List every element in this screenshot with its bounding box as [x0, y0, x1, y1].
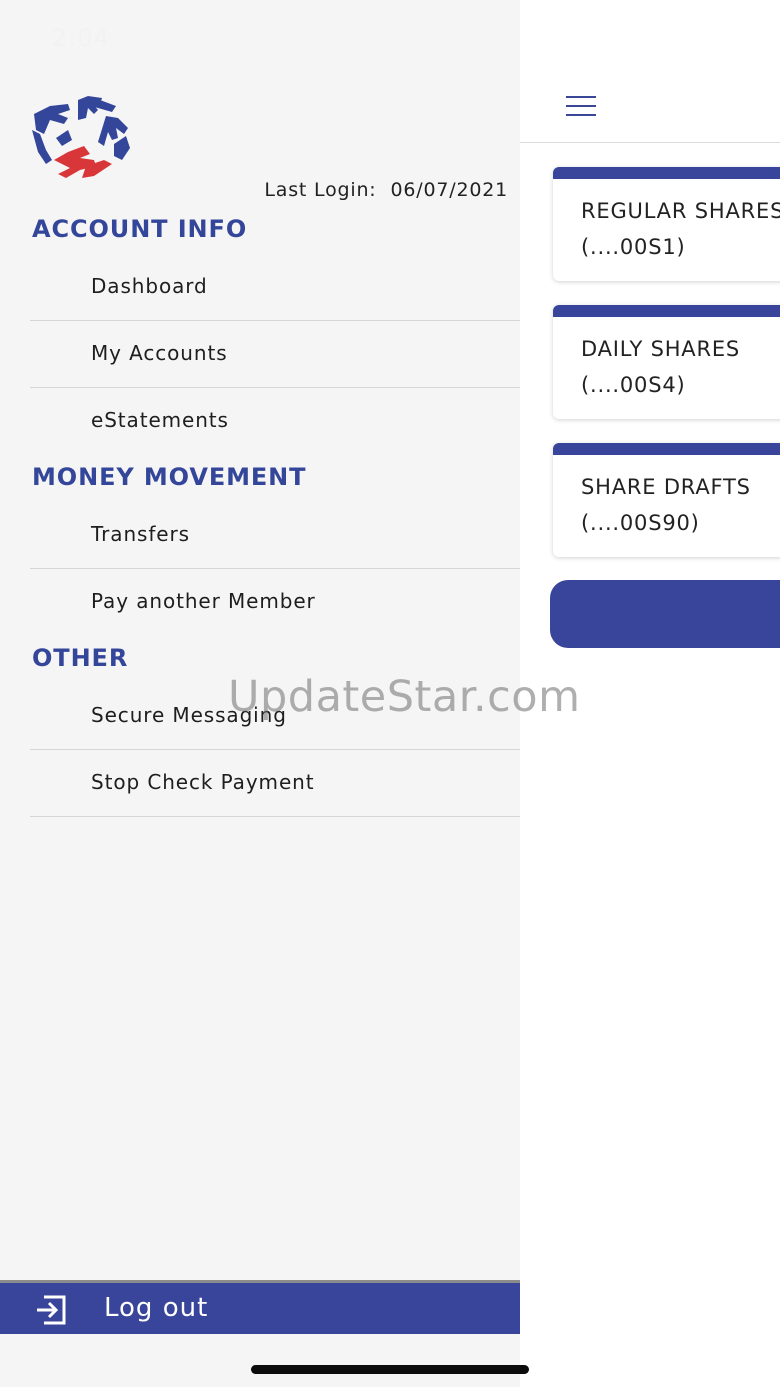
last-login: Last Login: 06/07/2021 — [264, 179, 508, 201]
navigation-drawer: 2:04 Last Login: 06/07/2021 ACCOUNT INFO … — [0, 0, 520, 1387]
logout-icon — [37, 1295, 66, 1325]
nav-item-label: Secure Messaging — [91, 703, 287, 727]
main-panel: REGULAR SHARES (....00S1) DAILY SHARES (… — [520, 0, 780, 1387]
nav-item-secure-messaging[interactable]: Secure Messaging — [30, 683, 520, 750]
account-number: (....00S90) — [581, 511, 700, 535]
account-name: DAILY SHARES — [581, 337, 741, 361]
nav-item-label: Pay another Member — [91, 589, 316, 613]
section-heading-money-movement: MONEY MOVEMENT — [32, 463, 307, 491]
account-number: (....00S4) — [581, 373, 686, 397]
section-heading-account-info: ACCOUNT INFO — [32, 215, 248, 243]
logout-label: Log out — [104, 1293, 209, 1323]
nav-item-estatements[interactable]: eStatements — [30, 388, 520, 455]
home-indicator — [251, 1365, 529, 1374]
account-number: (....00S1) — [581, 235, 686, 259]
main-top-bar — [520, 0, 780, 143]
nav-item-label: My Accounts — [91, 341, 228, 365]
account-card-share-drafts[interactable]: SHARE DRAFTS (....00S90) — [553, 443, 780, 557]
nav-item-label: eStatements — [91, 408, 229, 432]
section-heading-other: OTHER — [32, 644, 129, 672]
hamburger-menu-icon[interactable] — [566, 94, 598, 118]
credit-union-hands-star-logo — [32, 96, 130, 178]
last-login-date: 06/07/2021 — [390, 179, 508, 201]
nav-item-transfers[interactable]: Transfers — [30, 502, 520, 569]
nav-item-label: Dashboard — [91, 274, 208, 298]
nav-item-dashboard[interactable]: Dashboard — [30, 254, 520, 321]
logout-button[interactable]: Log out — [0, 1280, 520, 1334]
nav-item-label: Stop Check Payment — [91, 770, 315, 794]
nav-item-pay-another-member[interactable]: Pay another Member — [30, 569, 520, 636]
account-card-regular-shares[interactable]: REGULAR SHARES (....00S1) — [553, 167, 780, 281]
last-login-label: Last Login: — [264, 179, 377, 201]
nav-item-stop-check-payment[interactable]: Stop Check Payment — [30, 750, 520, 817]
nav-item-my-accounts[interactable]: My Accounts — [30, 321, 520, 388]
account-name: SHARE DRAFTS — [581, 475, 751, 499]
account-card-daily-shares[interactable]: DAILY SHARES (....00S4) — [553, 305, 780, 419]
primary-action-button[interactable] — [550, 580, 780, 648]
account-name: REGULAR SHARES — [581, 199, 780, 223]
status-bar-time: 2:04 — [52, 24, 110, 52]
nav-item-label: Transfers — [91, 522, 190, 546]
